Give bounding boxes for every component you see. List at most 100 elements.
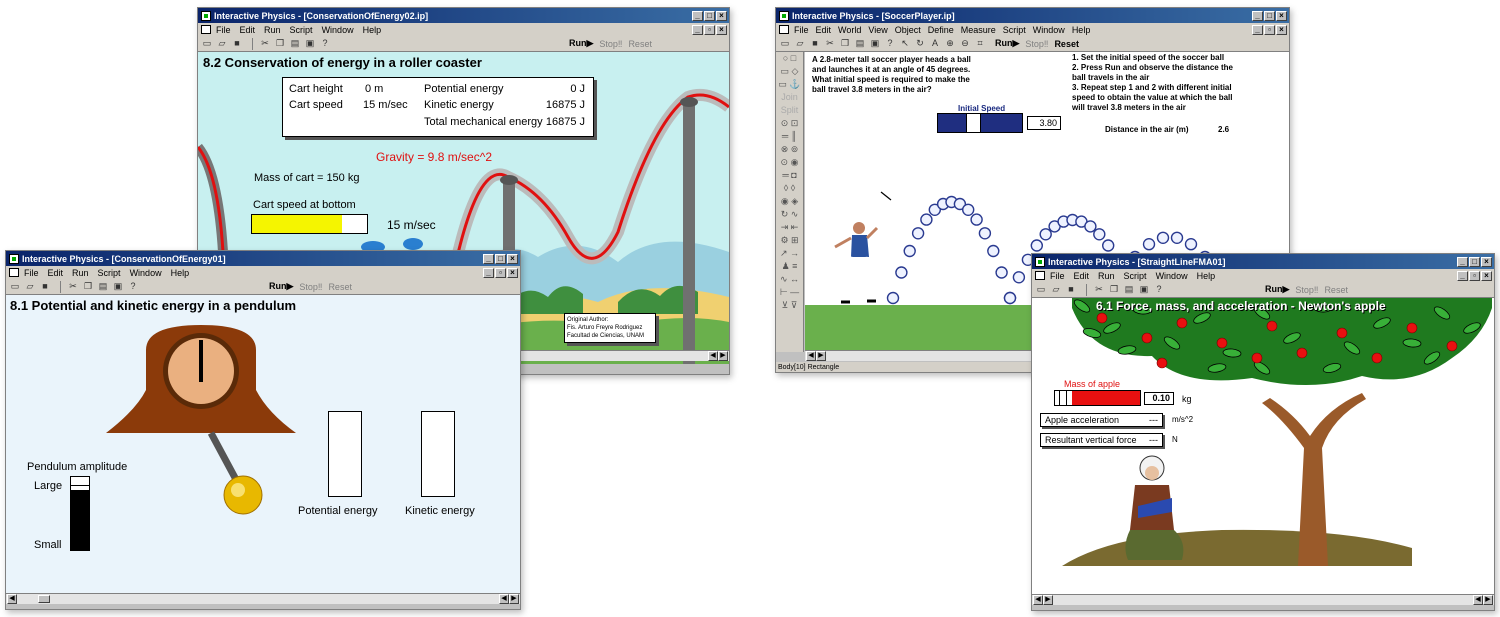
reset-button[interactable]: Reset [1324, 285, 1348, 295]
scroll-left-icon[interactable]: ◀ [806, 351, 816, 361]
menu-help[interactable]: Help [171, 268, 190, 278]
mass-slider[interactable] [1054, 390, 1141, 406]
menu-window[interactable]: Window [1156, 271, 1188, 281]
reset-button[interactable]: Reset [1054, 39, 1079, 49]
scroll-left-icon[interactable]: ◀ [708, 351, 718, 361]
spring-tool-icon[interactable]: ⊙ ◉ [776, 156, 803, 169]
maximize-button[interactable]: □ [1264, 10, 1275, 21]
menu-run[interactable]: Run [72, 268, 89, 278]
save-icon[interactable]: ■ [809, 38, 821, 49]
circle-tool-icon[interactable]: ○ □ [776, 52, 803, 65]
menu-define[interactable]: Define [928, 25, 954, 35]
force-tool-icon[interactable]: ↗ → [776, 247, 803, 260]
new-file-icon[interactable]: ▭ [9, 281, 21, 292]
scroll-left-icon[interactable]: ◀ [1033, 595, 1043, 605]
title-bar[interactable]: Interactive Physics - [SoccerPlayer.ip] … [776, 8, 1289, 23]
title-bar[interactable]: Interactive Physics - [ConservationOfEne… [198, 8, 729, 23]
doc-restore-button[interactable]: ▫ [1264, 24, 1275, 35]
menu-script[interactable]: Script [1003, 25, 1026, 35]
doc-minimize-button[interactable]: _ [1457, 270, 1468, 281]
scroll-right-icon[interactable]: ▶ [509, 594, 519, 604]
stop-button[interactable]: Stop‼ [1025, 39, 1048, 49]
print-icon[interactable]: ▣ [112, 281, 124, 292]
person-tool-icon[interactable]: ♟ ≡ [776, 260, 803, 273]
menu-run[interactable]: Run [264, 25, 281, 35]
scroll-right-icon[interactable]: ▶ [1483, 595, 1493, 605]
scroll-thumb[interactable] [38, 595, 50, 603]
close-button[interactable]: × [1276, 10, 1287, 21]
menu-run[interactable]: Run [1098, 271, 1115, 281]
print-icon[interactable]: ▣ [1138, 284, 1150, 295]
slot-tool-icon[interactable]: ═ ║ [776, 130, 803, 143]
close-button[interactable]: × [507, 253, 518, 264]
pointer-icon[interactable]: ↖ [899, 38, 911, 49]
menu-window[interactable]: Window [322, 25, 354, 35]
stop-button[interactable]: Stop‼ [299, 282, 322, 292]
cut-icon[interactable]: ✂ [259, 38, 271, 49]
doc-minimize-button[interactable]: _ [483, 267, 494, 278]
text-tool-icon[interactable]: A [929, 38, 941, 49]
zoom-in-icon[interactable]: ⊕ [944, 38, 956, 49]
title-bar[interactable]: Interactive Physics - [StraightLineFMA01… [1032, 254, 1494, 269]
anchor-tool-icon[interactable]: ▭ ⚓ [776, 78, 803, 91]
meter-tool-icon[interactable]: ⊢ ― [776, 286, 803, 299]
point-tool-icon[interactable]: ⊙ ⊡ [776, 117, 803, 130]
copy-icon[interactable]: ❐ [274, 38, 286, 49]
doc-restore-button[interactable]: ▫ [495, 267, 506, 278]
scroll-right-icon[interactable]: ▶ [1043, 595, 1053, 605]
save-icon[interactable]: ■ [231, 38, 243, 49]
minimize-button[interactable]: _ [483, 253, 494, 264]
cut-icon[interactable]: ✂ [824, 38, 836, 49]
copy-icon[interactable]: ❐ [82, 281, 94, 292]
motor-tool-icon[interactable]: ↻ ∿ [776, 208, 803, 221]
maximize-button[interactable]: □ [1469, 256, 1480, 267]
menu-world[interactable]: World [838, 25, 861, 35]
copy-icon[interactable]: ❐ [839, 38, 851, 49]
new-file-icon[interactable]: ▭ [1035, 284, 1047, 295]
polygon-tool-icon[interactable]: ▭ ◇ [776, 65, 803, 78]
doc-restore-button[interactable]: ▫ [1469, 270, 1480, 281]
maximize-button[interactable]: □ [704, 10, 715, 21]
minimize-button[interactable]: _ [1457, 256, 1468, 267]
doc-minimize-button[interactable]: _ [1252, 24, 1263, 35]
rope-tool-icon[interactable]: ◊ ◊ [776, 182, 803, 195]
pulley-tool-icon[interactable]: ◉ ◈ [776, 195, 803, 208]
paste-icon[interactable]: ▤ [289, 38, 301, 49]
copy-icon[interactable]: ❐ [1108, 284, 1120, 295]
reset-button[interactable]: Reset [328, 282, 352, 292]
help-icon[interactable]: ? [127, 281, 139, 292]
doc-close-button[interactable]: × [1276, 24, 1287, 35]
help-icon[interactable]: ? [1153, 284, 1165, 295]
new-file-icon[interactable]: ▭ [779, 38, 791, 49]
help-icon[interactable]: ? [884, 38, 896, 49]
title-bar[interactable]: Interactive Physics - [ConservationOfEne… [6, 251, 520, 266]
cut-icon[interactable]: ✂ [1093, 284, 1105, 295]
cut-icon[interactable]: ✂ [67, 281, 79, 292]
scroll-left-icon[interactable]: ◀ [7, 594, 17, 604]
run-button[interactable]: Run▶ [269, 281, 293, 292]
amplitude-slider[interactable] [70, 476, 90, 551]
menu-file[interactable]: File [1050, 271, 1065, 281]
open-folder-icon[interactable]: ▱ [24, 281, 36, 292]
menu-help[interactable]: Help [363, 25, 382, 35]
maximize-button[interactable]: □ [495, 253, 506, 264]
open-folder-icon[interactable]: ▱ [216, 38, 228, 49]
split-tool-icon[interactable]: Split [776, 104, 803, 117]
gear-icon[interactable]: ⚙ ⊞ [776, 234, 803, 247]
fit-icon[interactable]: ⌗ [974, 38, 986, 49]
join-tool-icon[interactable]: Join [776, 91, 803, 104]
doc-restore-button[interactable]: ▫ [704, 24, 715, 35]
doc-minimize-button[interactable]: _ [692, 24, 703, 35]
menu-window[interactable]: Window [130, 268, 162, 278]
doc-close-button[interactable]: × [507, 267, 518, 278]
wave-tool-icon[interactable]: ∿ ↔ [776, 273, 803, 286]
paste-icon[interactable]: ▤ [854, 38, 866, 49]
horizontal-scrollbar[interactable]: ◀ ▶ ◀ ▶ [1032, 594, 1494, 605]
menu-script[interactable]: Script [1124, 271, 1147, 281]
rotate-icon[interactable]: ↻ [914, 38, 926, 49]
open-folder-icon[interactable]: ▱ [794, 38, 806, 49]
close-button[interactable]: × [1481, 256, 1492, 267]
run-button[interactable]: Run▶ [1265, 284, 1289, 295]
menu-edit[interactable]: Edit [816, 25, 832, 35]
open-folder-icon[interactable]: ▱ [1050, 284, 1062, 295]
